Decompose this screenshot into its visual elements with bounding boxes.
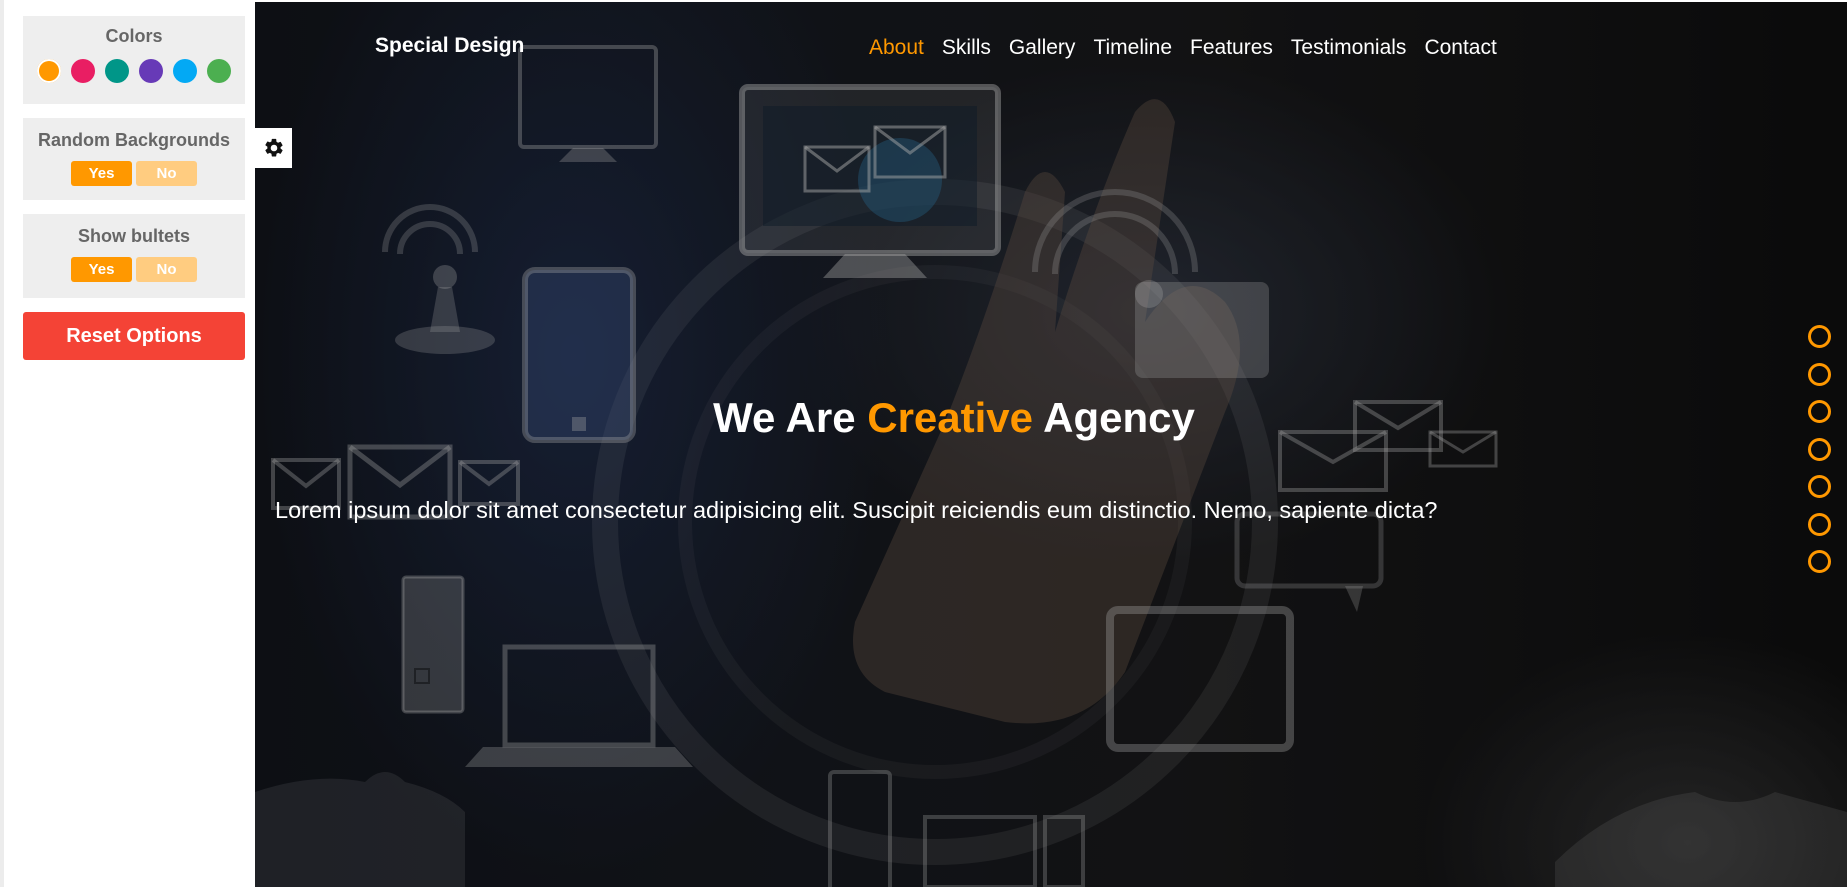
nav-link-timeline[interactable]: Timeline: [1093, 36, 1172, 59]
landing-overlay: [255, 2, 1847, 887]
settings-toggle-button[interactable]: [255, 128, 292, 168]
color-swatch-green[interactable]: [207, 59, 231, 83]
nav-bullet-testimonials[interactable]: [1808, 512, 1831, 536]
intro-title-part1: We Are: [713, 394, 868, 441]
nav-bullet-gallery[interactable]: [1808, 400, 1831, 423]
reset-options-button[interactable]: Reset Options: [23, 312, 245, 360]
color-swatch-purple[interactable]: [139, 59, 163, 83]
random-backgrounds-yes-button[interactable]: Yes: [71, 161, 132, 186]
random-backgrounds-toggle: Yes No: [23, 161, 245, 186]
color-swatch-teal[interactable]: [105, 59, 129, 83]
show-bullets-option: Show bultets Yes No: [23, 214, 245, 298]
intro-title: We Are Creative Agency: [255, 394, 1750, 442]
intro-text: We Are Creative Agency Lorem ipsum dolor…: [255, 394, 1847, 523]
nav-link-gallery[interactable]: Gallery: [1009, 36, 1076, 59]
nav-bullet-contact[interactable]: [1808, 550, 1831, 573]
logo: Special Design: [375, 34, 525, 57]
landing-section: Special Design About Skills Gallery Time…: [255, 2, 1847, 887]
show-bullets-yes-button[interactable]: Yes: [71, 257, 132, 282]
nav-bullet-skills[interactable]: [1808, 362, 1831, 386]
nav-link-features[interactable]: Features: [1190, 36, 1273, 59]
nav-link-contact[interactable]: Contact: [1424, 36, 1496, 59]
nav-links: About Skills Gallery Timeline Features T…: [869, 36, 1497, 60]
nav-bullets: [1808, 325, 1831, 588]
nav-link-skills[interactable]: Skills: [942, 36, 991, 59]
colors-option: Colors: [23, 16, 245, 104]
random-backgrounds-option: Random Backgrounds Yes No: [23, 118, 245, 200]
show-bullets-no-button[interactable]: No: [136, 257, 197, 282]
settings-box: Colors Random Backgrounds Yes No Show bu…: [0, 0, 255, 887]
show-bullets-toggle: Yes No: [23, 257, 245, 282]
color-list: [23, 59, 245, 83]
gear-icon: [264, 138, 283, 157]
color-swatch-orange[interactable]: [37, 59, 61, 83]
show-bullets-title: Show bultets: [78, 226, 190, 246]
nav-bullet-features[interactable]: [1808, 475, 1831, 498]
color-swatch-blue[interactable]: [173, 59, 197, 83]
colors-title: Colors: [105, 26, 163, 46]
header: Special Design About Skills Gallery Time…: [255, 2, 1847, 92]
nav-bullet-timeline[interactable]: [1808, 437, 1831, 461]
intro-title-part2: Agency: [1033, 394, 1195, 441]
nav-link-about[interactable]: About: [869, 36, 924, 59]
random-backgrounds-no-button[interactable]: No: [136, 161, 197, 186]
nav-link-testimonials[interactable]: Testimonials: [1291, 36, 1407, 59]
nav-bullet-about[interactable]: [1808, 325, 1831, 348]
intro-title-highlight: Creative: [867, 394, 1033, 441]
intro-paragraph: Lorem ipsum dolor sit amet consectetur a…: [275, 497, 1438, 523]
color-swatch-pink[interactable]: [71, 59, 95, 83]
random-backgrounds-title: Random Backgrounds: [37, 130, 231, 150]
